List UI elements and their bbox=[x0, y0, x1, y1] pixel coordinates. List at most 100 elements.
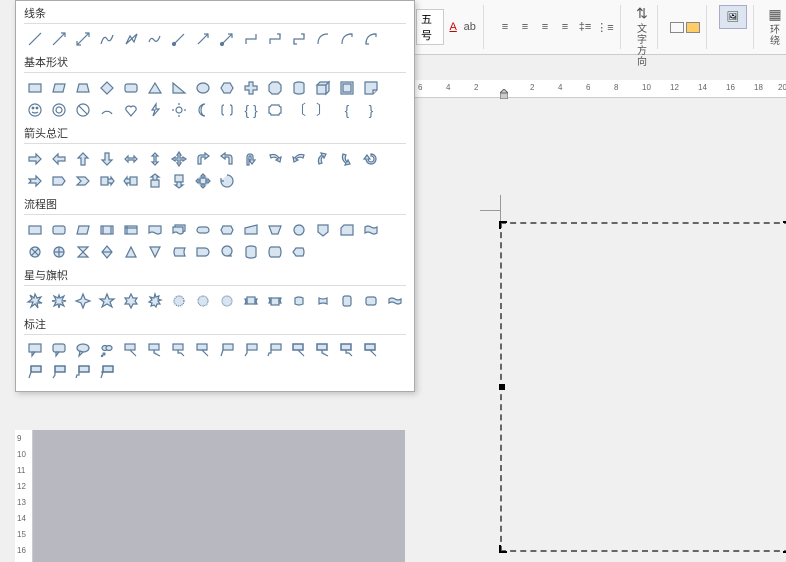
shape-border-callout-2[interactable] bbox=[312, 339, 334, 361]
shape-fc-card[interactable] bbox=[336, 219, 358, 241]
shape-accent-border-1[interactable] bbox=[24, 361, 46, 383]
shape-arrow-line[interactable] bbox=[48, 28, 70, 50]
shape-curved-ribbon-down[interactable] bbox=[312, 290, 334, 312]
shape-can[interactable] bbox=[288, 77, 310, 99]
shape-pentagon-arrow[interactable] bbox=[48, 170, 70, 192]
shape-accent-callout-2[interactable] bbox=[240, 339, 262, 361]
shape-star-24[interactable] bbox=[192, 290, 214, 312]
shape-fc-collate[interactable] bbox=[72, 241, 94, 263]
shape-down-arrow-callout[interactable] bbox=[168, 170, 190, 192]
shape-curved-down-arrow[interactable] bbox=[336, 148, 358, 170]
picture-icon[interactable]: 🖼 bbox=[719, 5, 747, 29]
resize-handle-tl[interactable] bbox=[499, 221, 507, 229]
shape-fc-manual-input[interactable] bbox=[240, 219, 262, 241]
shape-right-arrow[interactable] bbox=[24, 148, 46, 170]
shape-bent-arrow-2[interactable] bbox=[216, 148, 238, 170]
shape-up-arrow-callout[interactable] bbox=[144, 170, 166, 192]
shape-donut[interactable] bbox=[48, 99, 70, 121]
shape-accent-callout-1[interactable] bbox=[216, 339, 238, 361]
highlight-icon[interactable]: ab bbox=[462, 18, 477, 36]
shape-callout-oval[interactable] bbox=[72, 339, 94, 361]
shape-horizontal-scroll[interactable] bbox=[360, 290, 382, 312]
shape-freeform[interactable] bbox=[120, 28, 142, 50]
shape-hexagon[interactable] bbox=[216, 77, 238, 99]
shape-fc-direct-access[interactable] bbox=[264, 241, 286, 263]
shape-right-brace[interactable]: } bbox=[360, 99, 382, 121]
shape-curved-left-arrow[interactable] bbox=[288, 148, 310, 170]
shape-connector-2[interactable] bbox=[192, 28, 214, 50]
shape-fc-seq-storage[interactable] bbox=[216, 241, 238, 263]
shape-fc-predefined[interactable] bbox=[96, 219, 118, 241]
shape-fc-connector[interactable] bbox=[288, 219, 310, 241]
shape-left-arrow[interactable] bbox=[48, 148, 70, 170]
shape-star-5[interactable] bbox=[96, 290, 118, 312]
wrap-icon[interactable]: ▦ bbox=[766, 5, 784, 23]
shape-border-callout-3[interactable] bbox=[336, 339, 358, 361]
shape-cross[interactable] bbox=[240, 77, 262, 99]
shape-fc-delay[interactable] bbox=[192, 241, 214, 263]
shape-right-arrow-callout[interactable] bbox=[96, 170, 118, 192]
shape-right-bracket[interactable]: 〕 bbox=[312, 99, 334, 121]
shape-chevron[interactable] bbox=[72, 170, 94, 192]
shape-left-bracket[interactable]: 〔 bbox=[288, 99, 310, 121]
shape-fc-document[interactable] bbox=[144, 219, 166, 241]
shape-left-arrow-callout[interactable] bbox=[120, 170, 142, 192]
shape-fc-or[interactable] bbox=[48, 241, 70, 263]
shape-connector-1[interactable] bbox=[168, 28, 190, 50]
shape-star-6[interactable] bbox=[120, 290, 142, 312]
shape-star-32[interactable] bbox=[216, 290, 238, 312]
shape-quad-arrow[interactable] bbox=[168, 148, 190, 170]
shape-line[interactable] bbox=[24, 28, 46, 50]
shape-curved-conn-2[interactable] bbox=[336, 28, 358, 50]
shape-fc-alt-process[interactable] bbox=[48, 219, 70, 241]
shape-plaque[interactable] bbox=[264, 99, 286, 121]
shape-callout-rect[interactable] bbox=[24, 339, 46, 361]
shape-fc-terminator[interactable] bbox=[192, 219, 214, 241]
list-icon[interactable]: ⋮≡ bbox=[596, 18, 614, 36]
shape-fc-offpage[interactable] bbox=[312, 219, 334, 241]
align-justify-icon[interactable]: ≡ bbox=[556, 18, 574, 36]
shape-callout-rounded[interactable] bbox=[48, 339, 70, 361]
text-frame-selection[interactable] bbox=[500, 222, 786, 552]
shape-scribble[interactable] bbox=[144, 28, 166, 50]
shape-accent-border-2[interactable] bbox=[48, 361, 70, 383]
shape-accent-border-3[interactable] bbox=[72, 361, 94, 383]
shape-double-arrow[interactable] bbox=[72, 28, 94, 50]
shape-trapezoid[interactable] bbox=[72, 77, 94, 99]
shape-callout-cloud[interactable] bbox=[96, 339, 118, 361]
shape-curved-conn-3[interactable] bbox=[360, 28, 382, 50]
indent-marker[interactable] bbox=[500, 86, 508, 96]
resize-handle-ml[interactable] bbox=[499, 384, 505, 390]
textbox-icon-2[interactable] bbox=[686, 22, 700, 33]
shape-curved-ribbon-up[interactable] bbox=[288, 290, 310, 312]
shape-notched-arrow[interactable] bbox=[24, 170, 46, 192]
shape-border-callout-4[interactable] bbox=[360, 339, 382, 361]
shape-fc-sort[interactable] bbox=[96, 241, 118, 263]
shape-curved-up-arrow[interactable] bbox=[312, 148, 334, 170]
shape-octagon[interactable] bbox=[264, 77, 286, 99]
shape-arc[interactable] bbox=[96, 99, 118, 121]
shape-fc-manual-op[interactable] bbox=[264, 219, 286, 241]
line-spacing-icon[interactable]: ‡≡ bbox=[576, 18, 594, 36]
shape-smiley[interactable] bbox=[24, 99, 46, 121]
shape-rounded-rect[interactable] bbox=[120, 77, 142, 99]
shape-folded-corner[interactable] bbox=[360, 77, 382, 99]
shape-diamond[interactable] bbox=[96, 77, 118, 99]
shape-vertical-scroll[interactable] bbox=[336, 290, 358, 312]
shape-down-arrow[interactable] bbox=[96, 148, 118, 170]
shape-curved-right-arrow[interactable] bbox=[264, 148, 286, 170]
shape-oval[interactable] bbox=[192, 77, 214, 99]
shape-ribbon-up[interactable] bbox=[240, 290, 262, 312]
shape-double-bracket[interactable] bbox=[216, 99, 238, 121]
shape-connector-3[interactable] bbox=[216, 28, 238, 50]
align-right-icon[interactable]: ≡ bbox=[536, 18, 554, 36]
shape-fc-display[interactable] bbox=[288, 241, 310, 263]
shape-left-right-arrow[interactable] bbox=[120, 148, 142, 170]
shape-up-down-arrow[interactable] bbox=[144, 148, 166, 170]
shape-circular-arrow-2[interactable] bbox=[216, 170, 238, 192]
shape-explosion-2[interactable] bbox=[48, 290, 70, 312]
shape-curve[interactable] bbox=[96, 28, 118, 50]
shape-sun[interactable] bbox=[168, 99, 190, 121]
resize-handle-bl[interactable] bbox=[499, 545, 507, 553]
shape-fc-summing[interactable] bbox=[24, 241, 46, 263]
